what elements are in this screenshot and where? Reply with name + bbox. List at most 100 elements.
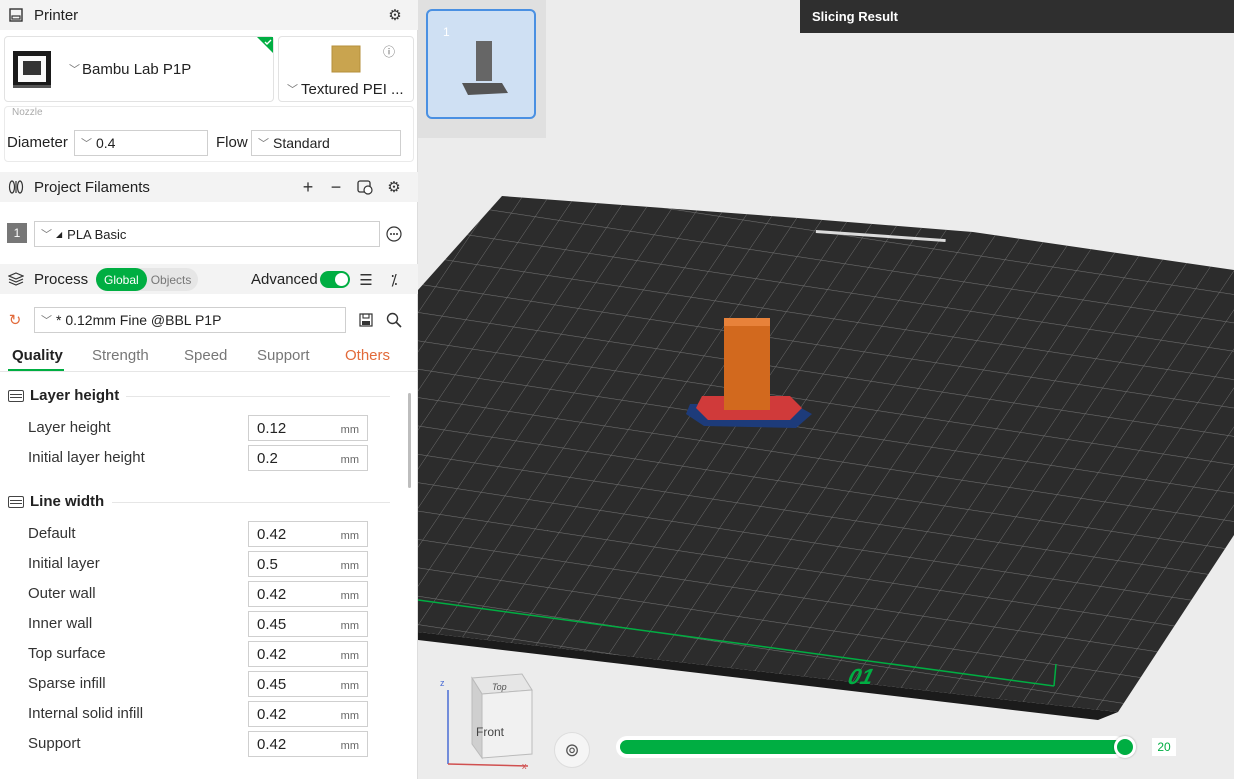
filament-color-swatch-icon: ◢ [56, 229, 63, 239]
preset-chevron-down-icon: ﹀ [41, 315, 52, 327]
process-compare-icon[interactable]: ⁒ [385, 271, 403, 289]
filament-settings-gear-icon[interactable]: ⚙ [385, 178, 403, 196]
remove-filament-minus-icon[interactable]: − [327, 177, 345, 197]
advanced-toggle[interactable] [320, 271, 350, 288]
param-unit: mm [340, 590, 359, 602]
printer-thumbnail-icon [13, 51, 51, 88]
param-row-internal-solid-infill: Internal solid infill 0.42 mm [28, 701, 368, 727]
param-label: Initial layer [28, 555, 100, 572]
printer-card[interactable]: ﹀ Bambu Lab P1P [4, 36, 274, 102]
filament-spool-icon [8, 179, 24, 195]
param-label: Layer height [28, 419, 111, 436]
param-input[interactable]: 0.2 mm [248, 445, 368, 471]
flow-label: Flow [216, 134, 248, 151]
param-value: 0.42 [257, 526, 287, 543]
process-scope-switch[interactable]: Global Objects [96, 268, 198, 291]
param-value: 0.5 [257, 556, 278, 573]
filament-index-badge[interactable]: 1 [7, 223, 27, 243]
recenter-view-icon[interactable]: ⊚ [554, 732, 590, 768]
param-label: Initial layer height [28, 449, 145, 466]
3d-viewport[interactable]: 01 1 Slicing Result Top Front z x ⊚ 20 [418, 0, 1234, 779]
param-input[interactable]: 0.5 mm [248, 551, 368, 577]
search-icon[interactable] [385, 311, 403, 329]
filament-more-options-icon[interactable] [385, 225, 403, 243]
cube-front-label: Front [476, 725, 505, 739]
add-filament-plus-icon[interactable]: + [299, 177, 317, 197]
layer-height-group-divider [126, 396, 390, 397]
process-preset-select[interactable]: ﹀ * 0.12mm Fine @BBL P1P [34, 307, 346, 333]
printer-section-header: Printer [0, 0, 418, 30]
filament-select[interactable]: ﹀ ◢ PLA Basic [34, 221, 380, 247]
settings-scrollbar[interactable] [408, 393, 411, 488]
flow-value: Standard [273, 135, 330, 151]
plate-thumbnail[interactable]: 1 [426, 9, 536, 119]
slicing-result-bar[interactable]: Slicing Result [800, 0, 1234, 33]
tab-strength[interactable]: Strength [92, 347, 149, 364]
process-list-icon[interactable]: ☰ [357, 271, 375, 289]
param-row-initial-layer-height: Initial layer height 0.2 mm [28, 445, 368, 471]
settings-panel: Printer ⚙ ﹀ Bambu Lab P1P ⓘ ﹀ Textured P… [0, 0, 418, 779]
printer-settings-gear-icon[interactable]: ⚙ [386, 6, 404, 24]
param-input[interactable]: 0.42 mm [248, 731, 368, 757]
param-row-inner-wall: Inner wall 0.45 mm [28, 611, 368, 637]
save-preset-icon[interactable] [357, 311, 375, 329]
model-pillar-top [724, 318, 770, 326]
param-input[interactable]: 0.45 mm [248, 611, 368, 637]
printer-connected-badge-icon [257, 37, 273, 53]
scope-objects-option[interactable]: Objects [147, 273, 192, 287]
process-layers-icon [8, 271, 24, 287]
plate-type-name: Textured PEI ... [301, 81, 404, 98]
param-input[interactable]: 0.42 mm [248, 521, 368, 547]
param-unit: mm [340, 530, 359, 542]
axis-z-label: z [440, 678, 445, 688]
printer-section-title: Printer [34, 6, 79, 24]
param-unit: mm [340, 650, 359, 662]
scope-global-option[interactable]: Global [96, 268, 147, 291]
nozzle-group-label: Nozzle [10, 107, 45, 118]
diameter-chevron-down-icon: ﹀ [81, 138, 92, 150]
tab-others[interactable]: Others [345, 347, 390, 364]
tab-quality[interactable]: Quality [12, 347, 63, 364]
printer-name: Bambu Lab P1P [82, 61, 192, 78]
line-width-group-title: Line width [8, 493, 104, 510]
plate-thumbnail-index: 1 [443, 25, 450, 39]
param-row-initial-layer: Initial layer 0.5 mm [28, 551, 368, 577]
layer-slider-track[interactable] [620, 740, 1122, 754]
param-value: 0.12 [257, 420, 287, 437]
plate-type-card[interactable]: ⓘ ﹀ Textured PEI ... [278, 36, 414, 102]
param-label: Default [28, 525, 76, 542]
plate-info-icon[interactable]: ⓘ [383, 43, 395, 60]
param-unit: mm [340, 680, 359, 692]
tab-support[interactable]: Support [257, 347, 310, 364]
plate-thumbnails-panel: 1 [418, 0, 546, 138]
param-input[interactable]: 0.45 mm [248, 671, 368, 697]
param-row-outer-wall: Outer wall 0.42 mm [28, 581, 368, 607]
param-input[interactable]: 0.42 mm [248, 581, 368, 607]
flow-select[interactable]: ﹀ Standard [251, 130, 401, 156]
param-label: Sparse infill [28, 675, 106, 692]
param-row-sparse-infill: Sparse infill 0.45 mm [28, 671, 368, 697]
param-input[interactable]: 0.42 mm [248, 701, 368, 727]
tab-speed[interactable]: Speed [184, 347, 227, 364]
view-cube[interactable]: Top Front z x [436, 670, 536, 770]
param-input[interactable]: 0.42 mm [248, 641, 368, 667]
cube-top-label: Top [492, 682, 507, 692]
model-pillar [724, 320, 770, 410]
diameter-select[interactable]: ﹀ 0.4 [74, 130, 208, 156]
filament-name: PLA Basic [67, 226, 127, 242]
preset-reset-icon[interactable]: ↻ [6, 311, 24, 329]
param-value: 0.2 [257, 450, 278, 467]
plate-chevron-down-icon: ﹀ [287, 84, 298, 96]
param-label: Top surface [28, 645, 106, 662]
plate-thumbnail-model-icon [462, 41, 508, 95]
filament-chevron-down-icon: ﹀ [41, 229, 52, 241]
line-width-group-icon [8, 495, 24, 508]
param-input[interactable]: 0.12 mm [248, 415, 368, 441]
layer-slider-knob[interactable] [1114, 736, 1136, 758]
textured-plate-icon [331, 45, 361, 73]
process-section-header: Process [0, 264, 418, 294]
param-row-top-surface: Top surface 0.42 mm [28, 641, 368, 667]
param-value: 0.42 [257, 736, 287, 753]
filament-sync-icon[interactable] [356, 178, 374, 196]
filaments-section-title: Project Filaments [34, 178, 150, 196]
